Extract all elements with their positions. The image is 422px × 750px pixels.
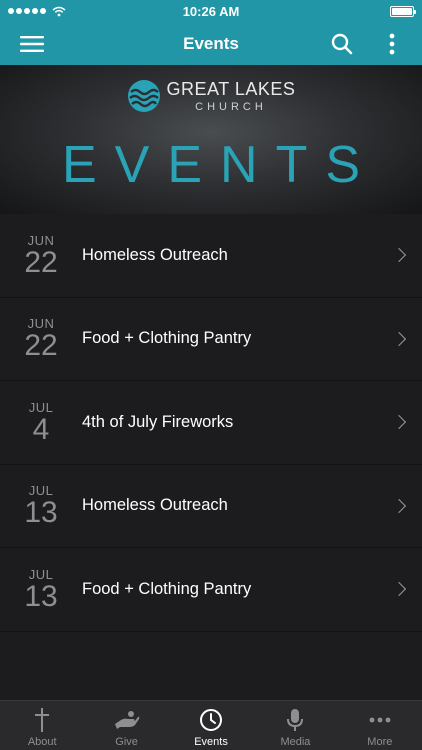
tab-label: About: [27, 736, 57, 748]
tab-label: Media: [280, 736, 311, 748]
event-title: 4th of July Fireworks: [82, 412, 234, 431]
giving-hand-icon: [114, 711, 139, 729]
nav-bar: Events: [0, 22, 422, 65]
events-list: JUN 22 Homeless Outreach JUN 22 Food + C…: [0, 214, 422, 632]
tab-label: More: [367, 736, 393, 748]
logo-main-text: GREAT LAKES: [166, 79, 296, 99]
tab-about[interactable]: About: [0, 701, 84, 750]
event-day: 13: [24, 496, 58, 530]
wifi-icon: [52, 6, 66, 16]
event-date: JUL 4: [0, 400, 82, 445]
status-bar: 10:26 AM: [0, 0, 422, 22]
event-title: Homeless Outreach: [82, 496, 228, 515]
hamburger-menu-button[interactable]: [14, 22, 50, 65]
cross-icon: [35, 708, 50, 732]
horizontal-ellipsis-icon: [369, 717, 391, 723]
event-title: Food + Clothing Pantry: [82, 329, 252, 348]
signal-dots-icon: [8, 8, 46, 14]
church-logo: GREAT LAKES CHURCH: [0, 79, 422, 113]
microphone-icon: [287, 709, 304, 731]
events-hero-banner: GREAT LAKES CHURCH EVENTS: [0, 65, 422, 214]
waves-logo-icon: [127, 80, 160, 112]
tab-more[interactable]: More: [338, 701, 422, 750]
vertical-ellipsis-icon: [389, 33, 395, 54]
event-row[interactable]: JUN 22 Food + Clothing Pantry: [0, 297, 422, 381]
tab-events[interactable]: Events: [169, 701, 253, 750]
clock-icon: [200, 709, 223, 731]
event-day: 4: [32, 412, 50, 446]
tab-media[interactable]: Media: [253, 701, 337, 750]
search-button[interactable]: [324, 22, 360, 65]
tab-give[interactable]: Give: [84, 701, 168, 750]
event-date: JUN 22: [0, 233, 82, 278]
event-row[interactable]: JUL 13 Homeless Outreach: [0, 464, 422, 548]
event-row[interactable]: JUL 13 Food + Clothing Pantry: [0, 548, 422, 632]
event-day: 22: [24, 329, 58, 363]
event-title: Food + Clothing Pantry: [82, 579, 252, 598]
event-day: 22: [24, 245, 58, 279]
event-date: JUN 22: [0, 316, 82, 361]
event-date: JUL 13: [0, 483, 82, 528]
status-left: [8, 6, 66, 17]
event-row[interactable]: JUL 4 4th of July Fireworks: [0, 381, 422, 465]
hero-title: EVENTS: [61, 136, 379, 194]
event-date: JUL 13: [0, 567, 82, 612]
event-row[interactable]: JUN 22 Homeless Outreach: [0, 214, 422, 298]
page-title: Events: [183, 33, 239, 53]
battery-icon: [390, 5, 416, 17]
tab-label: Events: [194, 736, 228, 748]
tab-bar: About Give Events Media More: [0, 700, 422, 750]
event-title: Homeless Outreach: [82, 245, 228, 264]
search-icon: [331, 33, 353, 54]
tab-label: Give: [115, 736, 138, 748]
event-day: 13: [24, 579, 58, 613]
options-menu-button[interactable]: [380, 22, 404, 65]
logo-sub-text: CHURCH: [195, 101, 267, 113]
hamburger-menu-icon: [20, 35, 44, 52]
